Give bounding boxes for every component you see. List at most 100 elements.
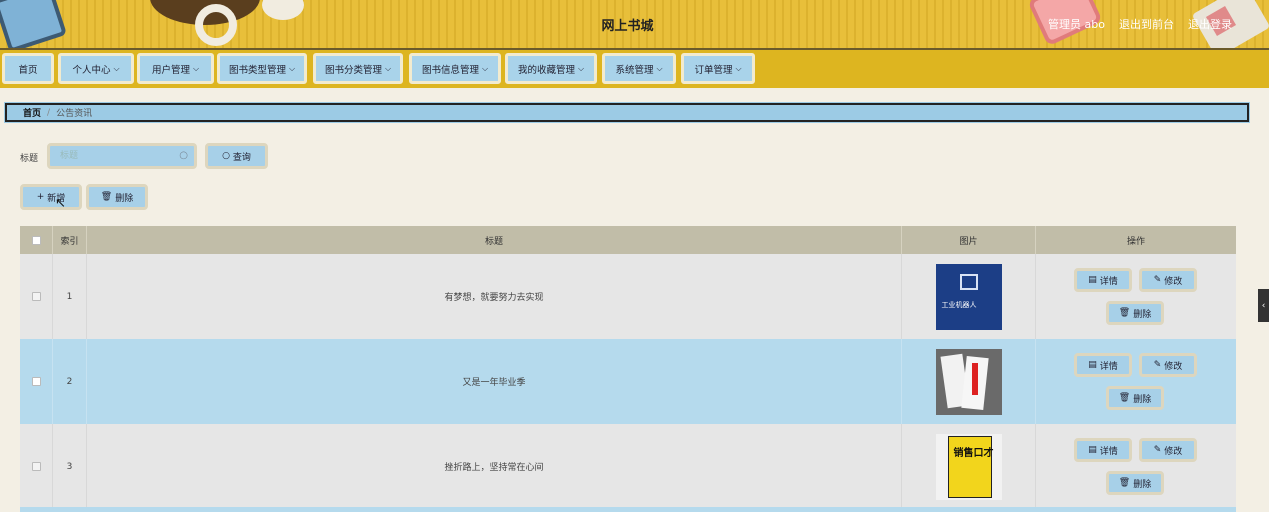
breadcrumb-home[interactable]: 首页 <box>23 106 41 119</box>
edit-button[interactable]: ✎ 修改 <box>1139 438 1197 462</box>
select-all-cell <box>20 226 53 254</box>
row-actions-cell: ▤ 详情 ✎ 修改 🗑 删除 <box>1036 424 1236 509</box>
breadcrumb: 首页 / 公告资讯 <box>4 102 1250 123</box>
search-title-input[interactable]: 标题 ○ <box>47 143 197 169</box>
edit-button[interactable]: ✎ 修改 <box>1139 268 1197 292</box>
nav-item-book-info-management[interactable]: 图书信息管理 ⌵ <box>409 53 501 84</box>
plus-icon: + <box>36 192 45 202</box>
row-actions-cell: ▤ 详情 ✎ 修改 🗑 删除 <box>1036 339 1236 424</box>
trash-icon: 🗑 <box>1118 478 1131 488</box>
nav-item-personal-center[interactable]: 个人中心 ⌵ <box>58 53 134 84</box>
next-row-edge <box>20 507 1236 512</box>
document-icon: ▤ <box>1088 445 1097 455</box>
search-icon: ○ <box>179 150 188 161</box>
main-nav: 首页 个人中心 ⌵ 用户管理 ⌵ 图书类型管理 ⌵ 图书分类管理 ⌵ 图书信息管理 ⌵ 我… <box>0 50 1269 88</box>
nav-item-favorites-management[interactable]: 我的收藏管理 ⌵ <box>505 53 597 84</box>
phone-decoration <box>0 0 68 48</box>
edit-label: 修改 <box>1164 446 1183 457</box>
batch-delete-button[interactable]: 🗑 删除 <box>86 184 148 210</box>
nav-item-order-management[interactable]: 订单管理 ⌵ <box>681 53 755 84</box>
table-row: 3 挫折路上，坚持常在心间 销售口才 ▤ 详情 ✎ 修改 🗑 删除 <box>20 424 1236 509</box>
delete-label: 删除 <box>1133 394 1152 405</box>
nav-item-user-management[interactable]: 用户管理 ⌵ <box>137 53 214 84</box>
column-header-image: 图片 <box>902 226 1036 254</box>
detail-button[interactable]: ▤ 详情 <box>1074 353 1132 377</box>
row-checkbox[interactable] <box>31 462 41 471</box>
table-row: 1 有梦想，就要努力去实现 工业机器人 ▤ 详情 ✎ 修改 🗑 删除 <box>20 254 1236 339</box>
row-index: 1 <box>53 254 87 339</box>
detail-label: 详情 <box>1099 361 1118 372</box>
search-placeholder: 标题 <box>60 151 79 161</box>
document-icon: ▤ <box>1088 275 1097 285</box>
row-checkbox[interactable] <box>31 377 41 386</box>
table-header: 索引 标题 图片 操作 <box>20 226 1236 254</box>
edit-label: 修改 <box>1164 276 1183 287</box>
column-header-actions: 操作 <box>1126 236 1145 247</box>
row-image-cell: 销售口才 <box>902 424 1036 509</box>
nav-item-label: 图书信息管理 <box>421 64 479 76</box>
query-button[interactable]: ○ 查询 <box>205 143 268 169</box>
book-sales-icon: 销售口才 <box>935 433 1002 500</box>
chevron-down-icon: ⌵ <box>577 63 585 73</box>
book-cover-text: 工业机器人 <box>941 300 977 309</box>
trash-icon: 🗑 <box>100 192 113 202</box>
nav-item-book-category-management[interactable]: 图书分类管理 ⌵ <box>313 53 403 84</box>
row-checkbox[interactable] <box>31 292 41 301</box>
delete-button[interactable]: 🗑 删除 <box>1106 471 1164 495</box>
chevron-down-icon: ⌵ <box>481 63 489 73</box>
add-button[interactable]: + 新增 <box>20 184 82 210</box>
row-title: 又是一年毕业季 <box>87 339 902 424</box>
trash-icon: 🗑 <box>1118 393 1131 403</box>
row-image-cell <box>902 339 1036 424</box>
earbud-decoration-2 <box>262 0 304 20</box>
nav-item-label: 图书分类管理 <box>324 64 382 76</box>
edit-button[interactable]: ✎ 修改 <box>1139 353 1197 377</box>
row-select-cell <box>20 339 53 424</box>
delete-button[interactable]: 🗑 删除 <box>1106 386 1164 410</box>
edit-label: 修改 <box>1164 361 1183 372</box>
trash-icon: 🗑 <box>1118 308 1131 318</box>
detail-label: 详情 <box>1099 276 1118 287</box>
row-image-cell: 工业机器人 <box>902 254 1036 339</box>
chevron-down-icon: ⌵ <box>384 63 392 73</box>
delete-label: 删除 <box>1133 309 1152 320</box>
nav-item-system-management[interactable]: 系统管理 ⌵ <box>602 53 676 84</box>
document-icon: ▤ <box>1088 360 1097 370</box>
nav-item-home[interactable]: 首页 <box>2 53 54 84</box>
row-select-cell <box>20 424 53 509</box>
logout-link[interactable]: 退出登录 <box>1188 16 1232 32</box>
row-title: 挫折路上，坚持常在心间 <box>87 424 902 509</box>
chevron-down-icon: ⌵ <box>113 63 120 73</box>
exit-to-front-link[interactable]: 退出到前台 <box>1119 16 1174 32</box>
nav-item-label: 我的收藏管理 <box>517 64 575 76</box>
delete-label: 删除 <box>1133 479 1152 490</box>
table-row: 2 又是一年毕业季 ▤ 详情 ✎ 修改 🗑 删除 <box>20 339 1236 424</box>
nav-item-book-type-management[interactable]: 图书类型管理 ⌵ <box>217 53 307 84</box>
pencil-icon: ✎ <box>1153 360 1162 370</box>
chevron-down-icon: ⌵ <box>192 63 200 73</box>
row-index: 2 <box>53 339 87 424</box>
detail-button[interactable]: ▤ 详情 <box>1074 268 1132 292</box>
pencil-icon: ✎ <box>1153 275 1162 285</box>
earbud-decoration <box>195 4 237 46</box>
breadcrumb-separator: / <box>47 107 51 118</box>
admin-user-label: 管理员 abo <box>1048 18 1105 31</box>
select-all-checkbox[interactable] <box>31 235 41 245</box>
detail-button[interactable]: ▤ 详情 <box>1074 438 1132 462</box>
nav-item-label: 图书类型管理 <box>228 64 286 76</box>
chevron-down-icon: ⌵ <box>735 63 742 73</box>
book-cover-text: 销售口才 <box>953 447 994 459</box>
chevron-down-icon: ⌵ <box>288 63 296 73</box>
chevron-down-icon: ⌵ <box>656 63 663 73</box>
breadcrumb-current: 公告资讯 <box>56 109 93 119</box>
book-robot-icon: 工业机器人 <box>935 263 1002 330</box>
nav-item-label: 首页 <box>18 64 38 76</box>
sidebar-toggle-chevron-icon[interactable]: ‹ <box>1258 289 1269 322</box>
mouse-cursor-icon: ↖ <box>55 196 66 211</box>
book-exclamation-icon <box>935 348 1002 415</box>
query-button-label: 查询 <box>232 152 251 163</box>
nav-item-label: 系统管理 <box>615 64 654 76</box>
header: 网上书城 管理员 abo 退出到前台 退出登录 <box>0 0 1269 50</box>
search-title-label: 标题 <box>20 154 39 164</box>
delete-button[interactable]: 🗑 删除 <box>1106 301 1164 325</box>
